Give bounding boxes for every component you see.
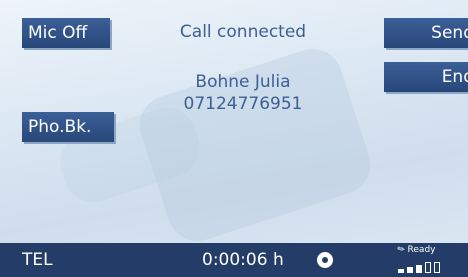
telephone-screen: Mic Off Send End Pho.Bk. Call connected … (0, 0, 468, 277)
ready-label: Ready (407, 245, 436, 255)
contact-name: Bohne Julia (195, 72, 291, 92)
call-status: Call connected (179, 22, 307, 42)
record-icon (317, 252, 333, 268)
call-duration: 0:00:06 h (202, 250, 284, 270)
pen-icon: ✎ (396, 243, 408, 257)
signal-bar (407, 267, 413, 273)
signal-bar (398, 269, 404, 273)
mode-label: TEL (22, 250, 53, 270)
status-bar: TEL 0:00:06 h ✎Ready (0, 243, 468, 277)
ready-indicator: ✎Ready (396, 243, 436, 257)
phonebook-button[interactable]: Pho.Bk. (22, 112, 114, 142)
signal-bar (434, 262, 440, 273)
signal-strength-icon (398, 259, 458, 273)
phone-number: 07124776951 (183, 94, 303, 114)
signal-bar (425, 262, 431, 273)
signal-bar (416, 265, 422, 273)
